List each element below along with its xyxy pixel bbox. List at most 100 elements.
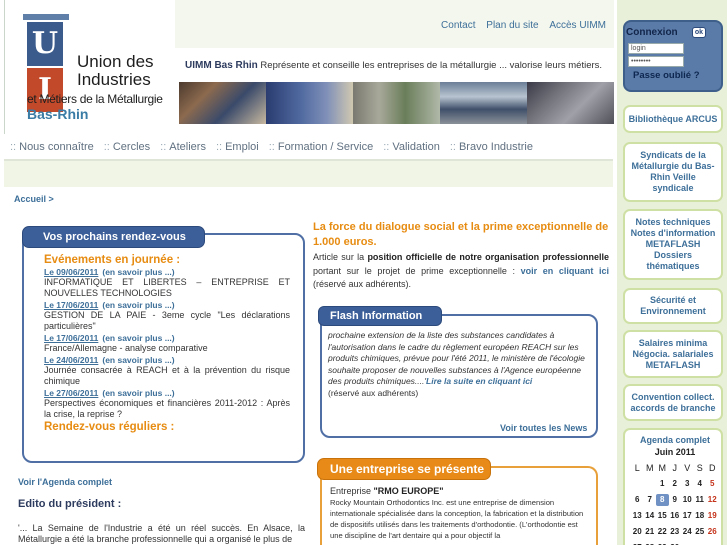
logo-text-line3: et Métiers de la Métallurgie	[27, 92, 163, 106]
sidebar-item-bibliotheque[interactable]: Bibliothèque ARCUS	[623, 105, 723, 133]
enterprise-text: Entreprise "RMO EUROPE" Rocky Mountain O…	[330, 486, 592, 541]
calendar: Agenda complet Juin 2011 LMMJVSD12345678…	[623, 428, 723, 545]
event-date-link[interactable]: Le 09/06/2011 (en savoir plus ...)	[44, 267, 290, 277]
calendar-day-header: M	[646, 463, 654, 473]
event-date-link[interactable]: Le 27/06/2011 (en savoir plus ...)	[44, 388, 290, 398]
calendar-day[interactable]: 5	[706, 478, 719, 490]
logo-text-line2: Industries	[77, 70, 151, 89]
calendar-day-header: M	[658, 463, 667, 473]
calendar-day[interactable]: 8	[656, 494, 669, 506]
calendar-day[interactable]: 24	[681, 526, 694, 538]
enterprise-panel-title: Une entreprise se présente	[317, 458, 491, 480]
nav-formation-service[interactable]: :: Formation / Service	[269, 141, 374, 153]
calendar-day-header: D	[709, 463, 716, 473]
site-logo[interactable]: U I Union des Industries et Métiers de l…	[5, 0, 175, 134]
event-title: GESTION DE LA PAIE - 3eme cycle "Les déc…	[44, 310, 290, 331]
flash-text: prochaine extension de la liste des subs…	[328, 330, 585, 398]
calendar-day-header: V	[684, 463, 691, 473]
calendar-day[interactable]: 16	[669, 510, 682, 522]
calendar-day[interactable]: 22	[656, 526, 669, 538]
calendar-day[interactable]: 3	[681, 478, 694, 490]
password-field[interactable]: ••••••••	[628, 56, 684, 67]
calendar-day[interactable]: 25	[694, 526, 707, 538]
top-links: Contact Plan du site Accès UIMM	[433, 20, 606, 31]
events-heading: Evénements en journée :	[44, 254, 181, 266]
calendar-day-header: J	[672, 463, 678, 473]
breadcrumb[interactable]: Accueil >	[14, 194, 54, 204]
event-date-link[interactable]: Le 17/06/2011 (en savoir plus ...)	[44, 333, 290, 343]
flash-read-more-link[interactable]: Lire la suite en cliquant ici	[426, 376, 532, 386]
event-title: Journée consacrée à REACH et à la préven…	[44, 365, 290, 386]
nav-emploi[interactable]: :: Emploi	[216, 141, 259, 153]
calendar-day[interactable]: 23	[669, 526, 682, 538]
sidebar-item-salaires[interactable]: Salaires minima Négocia. salariales META…	[623, 330, 723, 378]
events-list: Evénements en journée : Le 09/06/2011 (en…	[44, 254, 290, 433]
site-header: U I Union des Industries et Métiers de l…	[4, 0, 614, 134]
regular-heading: Rendez-vous réguliers :	[44, 421, 175, 433]
nav-validation[interactable]: :: Validation	[383, 141, 440, 153]
event-date-link[interactable]: Le 24/06/2011 (en savoir plus ...)	[44, 355, 290, 365]
login-field[interactable]: login	[628, 43, 684, 54]
calendar-day[interactable]: 19	[706, 510, 719, 522]
photo-workshop	[179, 82, 266, 124]
agenda-complete-link[interactable]: Voir l'Agenda complet	[18, 477, 112, 487]
calendar-day[interactable]: 12	[706, 494, 719, 506]
calendar-month: Juin 2011	[654, 447, 696, 457]
event-title: Perspectives économiques et financières …	[44, 398, 290, 419]
nav-ateliers[interactable]: :: Ateliers	[160, 141, 206, 153]
rdv-panel-title: Vos prochains rendez-vous	[22, 226, 205, 248]
calendar-title[interactable]: Agenda complet	[625, 435, 725, 445]
calendar-day[interactable]: 7	[644, 494, 657, 506]
logo-top-bar	[23, 14, 69, 20]
calendar-day[interactable]: 9	[669, 494, 682, 506]
subnav-band	[4, 160, 613, 187]
calendar-day[interactable]: 10	[681, 494, 694, 506]
site-map-link[interactable]: Plan du site	[486, 20, 538, 31]
forgot-password-link[interactable]: Passe oublié ?	[633, 70, 700, 81]
force-article: La force du dialogue social et la prime …	[313, 220, 609, 292]
header-photo-strip	[179, 82, 614, 124]
nav-cercles[interactable]: :: Cercles	[104, 141, 150, 153]
force-article-link[interactable]: voir en cliquant ici	[521, 266, 609, 276]
calendar-day[interactable]: 18	[694, 510, 707, 522]
sidebar-item-notes[interactable]: Notes techniques Notes d'information MET…	[623, 209, 723, 280]
calendar-blank	[631, 478, 644, 490]
calendar-day[interactable]: 6	[631, 494, 644, 506]
event-date-link[interactable]: Le 17/06/2011 (en savoir plus ...)	[44, 300, 290, 310]
nav-bravo-industrie[interactable]: :: Bravo Industrie	[450, 141, 533, 153]
calendar-day[interactable]: 26	[706, 526, 719, 538]
photo-factory	[353, 82, 440, 124]
nav-nous-connaitre[interactable]: :: Nous connaître	[10, 141, 94, 153]
calendar-day[interactable]: 15	[656, 510, 669, 522]
flash-panel-title: Flash Information	[318, 306, 442, 326]
logo-text-line1: Union des	[77, 52, 154, 71]
tagline: UIMM Bas Rhin Représente et conseille le…	[185, 60, 602, 71]
calendar-day[interactable]: 1	[656, 478, 669, 490]
header-top-band: Contact Plan du site Accès UIMM	[175, 0, 614, 48]
tagline-brand: UIMM Bas Rhin	[185, 60, 258, 71]
login-ok-button[interactable]: ok	[692, 27, 706, 38]
all-news-link[interactable]: Voir toutes les News	[500, 423, 587, 433]
enterprise-name[interactable]: Entreprise "RMO EUROPE"	[330, 486, 592, 497]
calendar-day[interactable]: 17	[681, 510, 694, 522]
calendar-day-header: S	[696, 463, 703, 473]
force-article-title[interactable]: La force du dialogue social et la prime …	[313, 220, 609, 250]
calendar-day-header: L	[634, 463, 640, 473]
sidebar-item-convention[interactable]: Convention collect. accords de branche	[623, 384, 723, 421]
calendar-day[interactable]: 21	[644, 526, 657, 538]
enterprise-description: Rocky Mountain Orthodontics Inc. est une…	[330, 498, 584, 540]
calendar-day[interactable]: 13	[631, 510, 644, 522]
photo-gears	[527, 82, 614, 124]
login-title: Connexion	[626, 27, 678, 38]
calendar-day[interactable]: 4	[694, 478, 707, 490]
contact-link[interactable]: Contact	[441, 20, 475, 31]
calendar-day[interactable]: 11	[694, 494, 707, 506]
calendar-day[interactable]: 2	[669, 478, 682, 490]
calendar-blank	[644, 478, 657, 490]
calendar-day[interactable]: 14	[644, 510, 657, 522]
calendar-grid: L M M J V S D 1 2 3 4 5 6 7 8 9 10 11 12 13 14 15 16 17 18 19 20 21…	[631, 462, 719, 545]
sidebar-item-syndicats[interactable]: Syndicats de la Métallurgie du Bas-Rhin …	[623, 142, 723, 202]
uimm-access-link[interactable]: Accès UIMM	[549, 20, 606, 31]
calendar-day[interactable]: 20	[631, 526, 644, 538]
sidebar-item-securite[interactable]: Sécurité et Environnement	[623, 288, 723, 324]
